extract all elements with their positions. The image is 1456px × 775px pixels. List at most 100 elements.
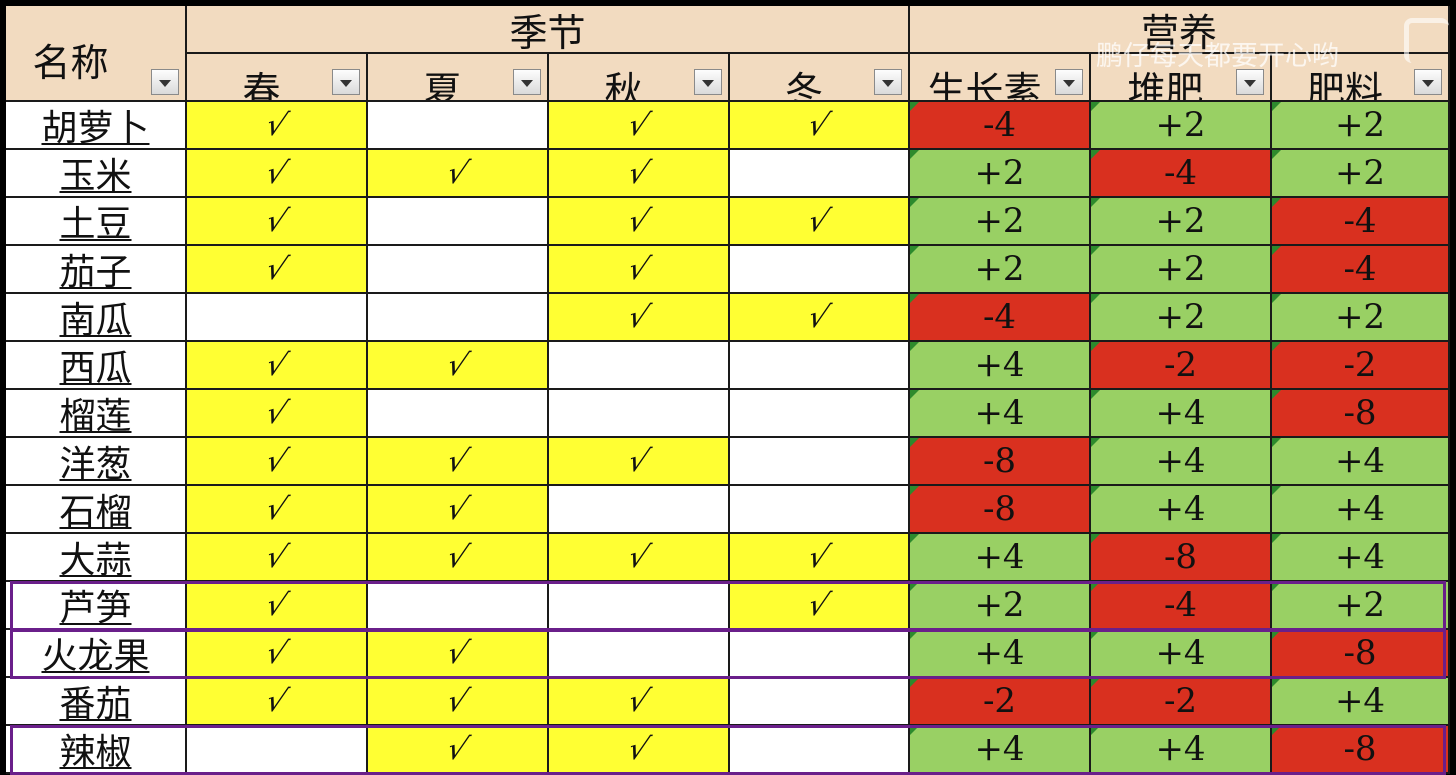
season-cell[interactable] xyxy=(368,582,549,630)
season-cell[interactable]: √ xyxy=(368,486,549,534)
season-cell[interactable] xyxy=(368,246,549,294)
nutrient-cell[interactable]: -8 xyxy=(1272,630,1450,678)
nutrient-filter-dropdown[interactable] xyxy=(1055,69,1083,95)
row-name-cell[interactable]: 胡萝卜 xyxy=(6,102,187,150)
season-cell[interactable] xyxy=(730,150,910,198)
season-filter-dropdown[interactable] xyxy=(332,69,360,95)
season-cell[interactable]: √ xyxy=(187,342,368,390)
season-cell[interactable] xyxy=(730,678,910,726)
season-cell[interactable]: √ xyxy=(187,438,368,486)
season-cell[interactable] xyxy=(549,630,730,678)
season-cell[interactable]: √ xyxy=(730,102,910,150)
season-cell[interactable]: √ xyxy=(730,582,910,630)
season-header-2[interactable]: 秋 xyxy=(549,54,730,102)
season-cell[interactable]: √ xyxy=(187,150,368,198)
nutrient-cell[interactable]: +4 xyxy=(910,630,1091,678)
season-cell[interactable]: √ xyxy=(549,438,730,486)
season-cell[interactable]: √ xyxy=(187,246,368,294)
row-name-cell[interactable]: 大蒜 xyxy=(6,534,187,582)
season-cell[interactable] xyxy=(730,630,910,678)
nutrient-cell[interactable]: +2 xyxy=(1272,294,1450,342)
season-cell[interactable]: √ xyxy=(187,630,368,678)
nutrient-cell[interactable]: -4 xyxy=(910,294,1091,342)
season-cell[interactable]: √ xyxy=(730,294,910,342)
season-cell[interactable]: √ xyxy=(549,678,730,726)
nutrient-cell[interactable]: +2 xyxy=(1091,102,1272,150)
nutrient-cell[interactable]: -4 xyxy=(1091,150,1272,198)
season-filter-dropdown[interactable] xyxy=(694,69,722,95)
season-cell[interactable] xyxy=(368,294,549,342)
nutrient-cell[interactable]: +2 xyxy=(910,582,1091,630)
season-cell[interactable] xyxy=(368,102,549,150)
nutrient-cell[interactable]: -2 xyxy=(1272,342,1450,390)
season-cell[interactable]: √ xyxy=(187,486,368,534)
season-cell[interactable] xyxy=(730,390,910,438)
nutrient-cell[interactable]: +2 xyxy=(1091,294,1272,342)
nutrient-cell[interactable]: +4 xyxy=(1272,534,1450,582)
season-cell[interactable]: √ xyxy=(549,102,730,150)
nutrient-cell[interactable]: +2 xyxy=(1272,582,1450,630)
season-cell[interactable]: √ xyxy=(187,102,368,150)
season-cell[interactable]: √ xyxy=(187,198,368,246)
row-name-cell[interactable]: 火龙果 xyxy=(6,630,187,678)
season-cell[interactable]: √ xyxy=(368,150,549,198)
nutrient-cell[interactable]: -4 xyxy=(910,102,1091,150)
nutrient-cell[interactable]: +4 xyxy=(910,342,1091,390)
season-cell[interactable]: √ xyxy=(549,150,730,198)
season-cell[interactable] xyxy=(549,390,730,438)
nutrient-header-0[interactable]: 生长素 xyxy=(910,54,1091,102)
season-cell[interactable]: √ xyxy=(549,294,730,342)
season-cell[interactable] xyxy=(730,438,910,486)
season-cell[interactable] xyxy=(549,486,730,534)
nutrient-filter-dropdown[interactable] xyxy=(1414,69,1442,95)
row-name-cell[interactable]: 番茄 xyxy=(6,678,187,726)
season-cell[interactable]: √ xyxy=(549,726,730,774)
nutrient-cell[interactable]: -8 xyxy=(1272,726,1450,774)
season-filter-dropdown[interactable] xyxy=(874,69,902,95)
season-cell[interactable]: √ xyxy=(368,678,549,726)
season-cell[interactable]: √ xyxy=(368,630,549,678)
nutrient-cell[interactable]: +4 xyxy=(1091,438,1272,486)
season-cell[interactable] xyxy=(187,726,368,774)
nutrient-cell[interactable]: +4 xyxy=(1272,678,1450,726)
row-name-cell[interactable]: 榴莲 xyxy=(6,390,187,438)
season-cell[interactable] xyxy=(730,246,910,294)
season-cell[interactable]: √ xyxy=(368,438,549,486)
nutrient-cell[interactable]: +2 xyxy=(910,198,1091,246)
nutrient-cell[interactable]: -8 xyxy=(910,438,1091,486)
nutrient-cell[interactable]: +4 xyxy=(1091,390,1272,438)
season-cell[interactable] xyxy=(730,342,910,390)
nutrient-cell[interactable]: +4 xyxy=(1272,486,1450,534)
nutrient-cell[interactable]: +2 xyxy=(1091,246,1272,294)
season-cell[interactable]: √ xyxy=(730,534,910,582)
nutrient-cell[interactable]: -8 xyxy=(1272,390,1450,438)
season-header-1[interactable]: 夏 xyxy=(368,54,549,102)
nutrient-cell[interactable]: +2 xyxy=(1091,198,1272,246)
nutrient-cell[interactable]: +2 xyxy=(1272,102,1450,150)
row-name-cell[interactable]: 玉米 xyxy=(6,150,187,198)
season-cell[interactable]: √ xyxy=(187,390,368,438)
season-cell[interactable]: √ xyxy=(187,582,368,630)
nutrient-cell[interactable]: -2 xyxy=(910,678,1091,726)
nutrient-cell[interactable]: +4 xyxy=(910,390,1091,438)
row-name-cell[interactable]: 南瓜 xyxy=(6,294,187,342)
season-cell[interactable] xyxy=(368,198,549,246)
nutrient-cell[interactable]: +2 xyxy=(910,150,1091,198)
nutrient-cell[interactable]: +4 xyxy=(1091,726,1272,774)
nutrient-cell[interactable]: +4 xyxy=(1091,630,1272,678)
nutrient-cell[interactable]: +2 xyxy=(1272,150,1450,198)
nutrient-cell[interactable]: +4 xyxy=(910,534,1091,582)
nutrient-cell[interactable]: -4 xyxy=(1272,198,1450,246)
season-cell[interactable] xyxy=(730,726,910,774)
season-cell[interactable]: √ xyxy=(187,534,368,582)
nutrient-cell[interactable]: -2 xyxy=(1091,342,1272,390)
nutrient-cell[interactable]: -2 xyxy=(1091,678,1272,726)
nutrient-cell[interactable]: +4 xyxy=(1091,486,1272,534)
row-name-cell[interactable]: 芦笋 xyxy=(6,582,187,630)
nutrient-cell[interactable]: -4 xyxy=(1272,246,1450,294)
season-cell[interactable] xyxy=(549,342,730,390)
season-cell[interactable]: √ xyxy=(368,726,549,774)
row-name-cell[interactable]: 洋葱 xyxy=(6,438,187,486)
nutrient-cell[interactable]: +4 xyxy=(1272,438,1450,486)
nutrient-cell[interactable]: -8 xyxy=(910,486,1091,534)
